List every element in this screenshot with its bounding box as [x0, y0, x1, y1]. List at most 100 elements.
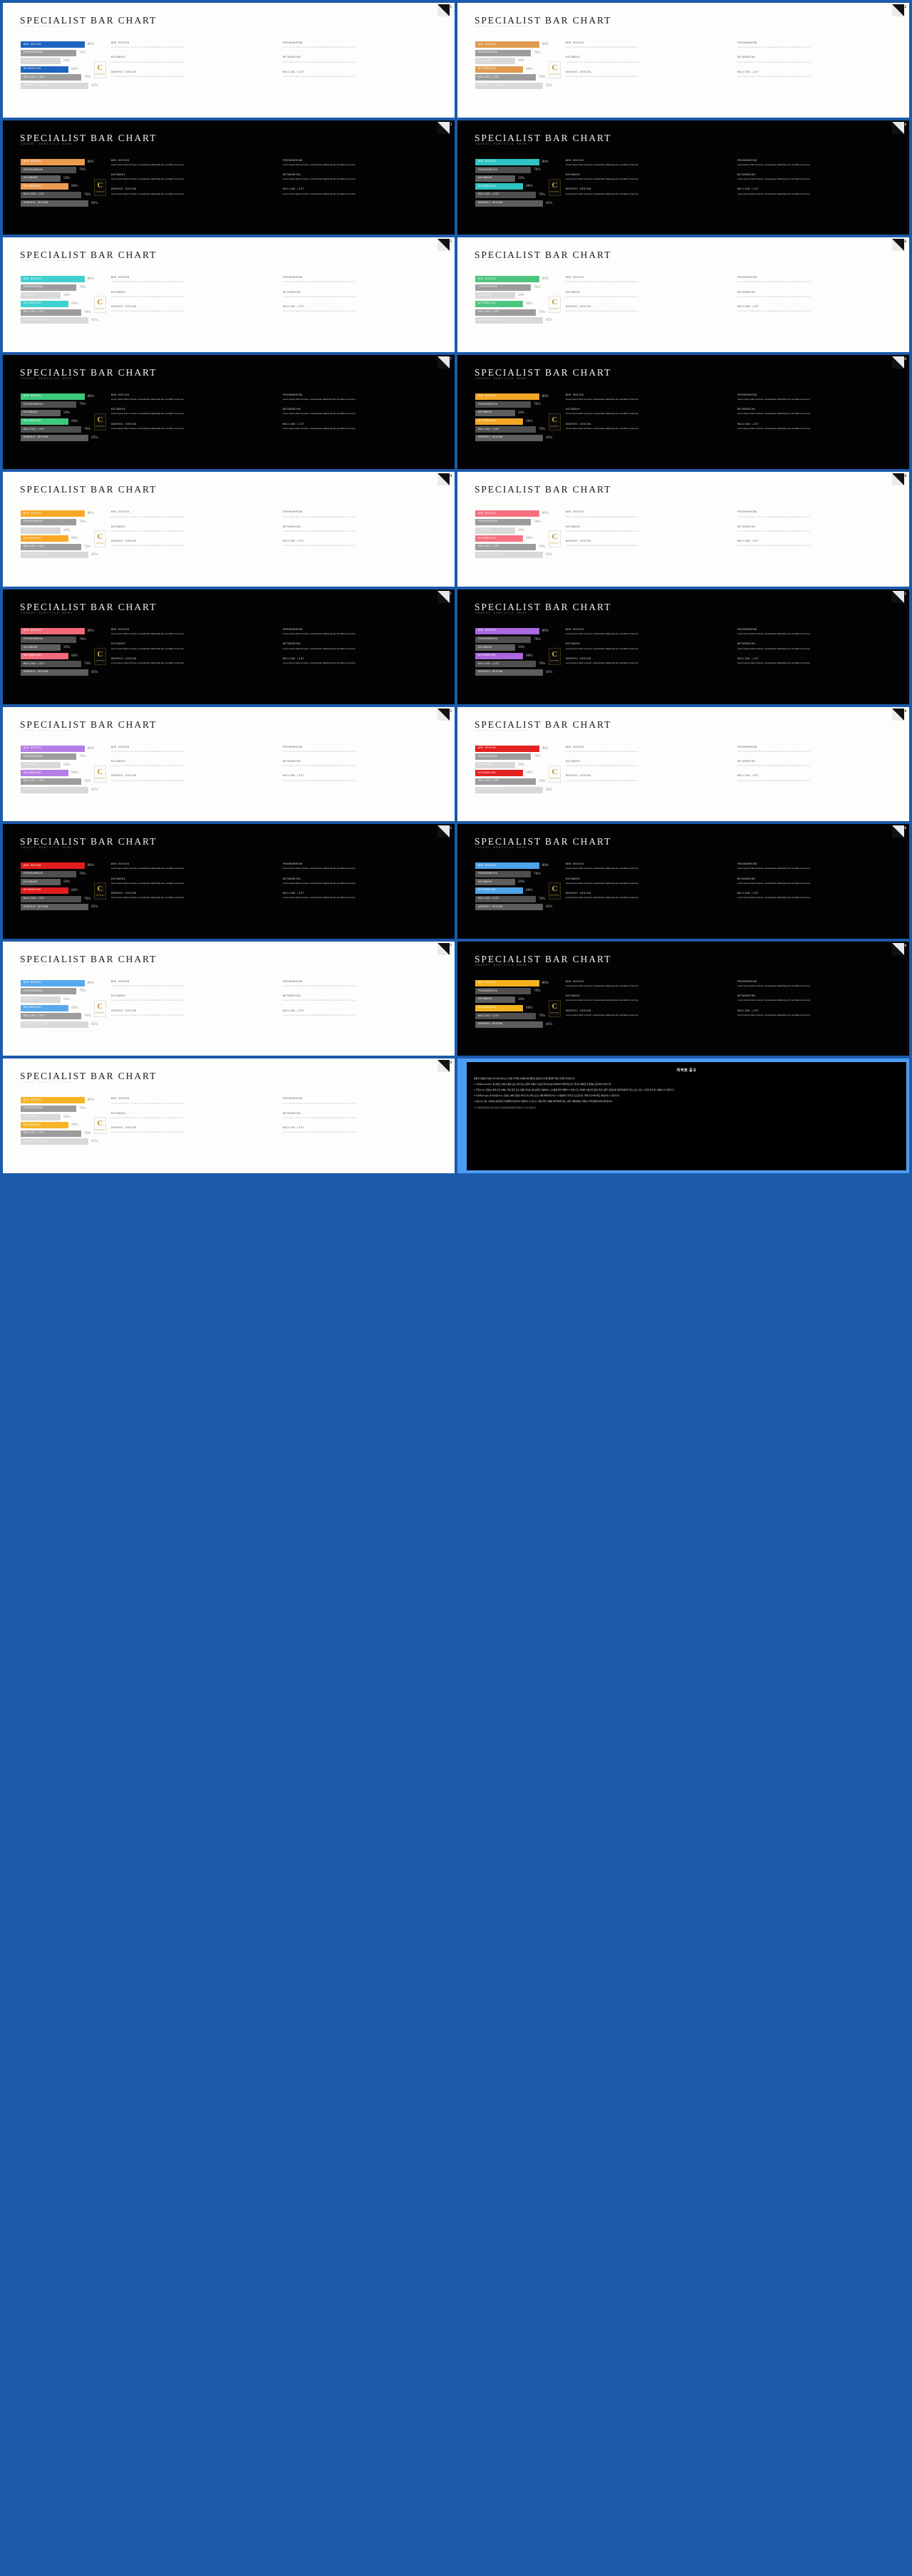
bar-networking[interactable]: NETWORKING	[21, 183, 69, 190]
bar-database[interactable]: DATABASE	[475, 175, 515, 182]
bar-mailing-list[interactable]: MAILING LIST	[475, 191, 537, 198]
bar-programming[interactable]: PROGRAMMING	[21, 518, 77, 525]
bar-row[interactable]: GRAPHIC DESIGN 85%	[21, 786, 108, 793]
bar-programming[interactable]: PROGRAMMING	[475, 167, 532, 174]
bar-web-design[interactable]: WEB DESIGN	[475, 979, 539, 986]
bar-web-design[interactable]: WEB DESIGN	[21, 627, 85, 634]
bar-networking[interactable]: NETWORKING	[21, 418, 69, 425]
bar-graphic-design[interactable]: GRAPHIC DESIGN	[475, 669, 544, 676]
slide-15[interactable]: 15 SPECIALIST BAR CHART INSERT SUBTITLE HE…	[3, 824, 455, 939]
bar-row[interactable]: WEB DESIGN 80%	[21, 510, 108, 517]
bar-networking[interactable]: NETWORKING	[21, 535, 69, 542]
bar-mailing-list[interactable]: MAILING LIST	[21, 543, 82, 550]
bar-web-design[interactable]: WEB DESIGN	[21, 1097, 85, 1104]
bar-row[interactable]: WEB DESIGN 80%	[475, 979, 562, 986]
bar-row[interactable]: GRAPHIC DESIGN 85%	[475, 200, 562, 207]
bar-graphic-design[interactable]: GRAPHIC DESIGN	[21, 904, 89, 911]
bar-row[interactable]: PROGRAMMING 70%	[21, 284, 108, 291]
bar-mailing-list[interactable]: MAILING LIST	[21, 778, 82, 785]
bar-database[interactable]: DATABASE	[21, 996, 61, 1003]
bar-database[interactable]: DATABASE	[21, 58, 61, 65]
bar-graphic-design[interactable]: GRAPHIC DESIGN	[21, 200, 89, 207]
bar-graphic-design[interactable]: GRAPHIC DESIGN	[475, 786, 544, 793]
bar-web-design[interactable]: WEB DESIGN	[21, 745, 85, 752]
bar-networking[interactable]: NETWORKING	[475, 535, 524, 542]
bar-row[interactable]: WEB DESIGN 80%	[475, 158, 562, 165]
bar-row[interactable]: PROGRAMMING 70%	[475, 284, 562, 291]
slide-13[interactable]: 13 SPECIALIST BAR CHART INSERT SUBTITLE HE…	[3, 706, 455, 822]
bar-database[interactable]: DATABASE	[475, 292, 515, 299]
bar-row[interactable]: PROGRAMMING 70%	[21, 636, 108, 643]
bar-row[interactable]: GRAPHIC DESIGN 85%	[475, 786, 562, 793]
bar-graphic-design[interactable]: GRAPHIC DESIGN	[21, 786, 89, 793]
slide-17[interactable]: 17 SPECIALIST BAR CHART INSERT SUBTITLE HE…	[3, 941, 455, 1056]
bar-row[interactable]: PROGRAMMING 70%	[21, 167, 108, 174]
bar-web-design[interactable]: WEB DESIGN	[475, 745, 539, 752]
bar-row[interactable]: GRAPHIC DESIGN 85%	[475, 1021, 562, 1028]
bar-graphic-design[interactable]: GRAPHIC DESIGN	[475, 434, 544, 441]
bar-mailing-list[interactable]: MAILING LIST	[475, 543, 537, 550]
bar-graphic-design[interactable]: GRAPHIC DESIGN	[21, 1021, 89, 1028]
slide-14[interactable]: 14 SPECIALIST BAR CHART INSERT SUBTITLE HE…	[457, 706, 909, 822]
bar-row[interactable]: GRAPHIC DESIGN 85%	[475, 82, 562, 89]
bar-mailing-list[interactable]: MAILING LIST	[21, 661, 82, 668]
bar-programming[interactable]: PROGRAMMING	[21, 167, 77, 174]
bar-mailing-list[interactable]: MAILING LIST	[475, 661, 537, 668]
bar-database[interactable]: DATABASE	[475, 409, 515, 416]
bar-row[interactable]: PROGRAMMING 70%	[21, 870, 108, 877]
bar-web-design[interactable]: WEB DESIGN	[21, 510, 85, 517]
bar-graphic-design[interactable]: GRAPHIC DESIGN	[475, 317, 544, 324]
bar-row[interactable]: WEB DESIGN 80%	[21, 276, 108, 283]
bar-web-design[interactable]: WEB DESIGN	[475, 41, 539, 48]
bar-row[interactable]: GRAPHIC DESIGN 85%	[475, 552, 562, 559]
bar-row[interactable]: WEB DESIGN 80%	[21, 627, 108, 634]
slide-10[interactable]: 10 SPECIALIST BAR CHART INSERT SUBTITLE HE…	[457, 472, 909, 587]
bar-networking[interactable]: NETWORKING	[21, 66, 69, 73]
bar-mailing-list[interactable]: MAILING LIST	[475, 74, 537, 81]
slide-1[interactable]: 1 SPECIALIST BAR CHART INSERT SUBTITLE HER…	[3, 3, 455, 118]
bar-row[interactable]: GRAPHIC DESIGN 85%	[21, 317, 108, 324]
bar-networking[interactable]: NETWORKING	[21, 770, 69, 777]
bar-programming[interactable]: PROGRAMMING	[475, 284, 532, 291]
bar-row[interactable]: GRAPHIC DESIGN 85%	[21, 669, 108, 676]
bar-web-design[interactable]: WEB DESIGN	[21, 158, 85, 165]
bar-row[interactable]: PROGRAMMING 70%	[475, 167, 562, 174]
bar-row[interactable]: GRAPHIC DESIGN 85%	[475, 317, 562, 324]
bar-graphic-design[interactable]: GRAPHIC DESIGN	[21, 669, 89, 676]
bar-row[interactable]: GRAPHIC DESIGN 85%	[475, 434, 562, 441]
bar-graphic-design[interactable]: GRAPHIC DESIGN	[475, 552, 544, 559]
bar-networking[interactable]: NETWORKING	[475, 652, 524, 659]
bar-row[interactable]: PROGRAMMING 70%	[475, 988, 562, 995]
bar-graphic-design[interactable]: GRAPHIC DESIGN	[475, 904, 544, 911]
bar-row[interactable]: WEB DESIGN 80%	[475, 745, 562, 752]
bar-mailing-list[interactable]: MAILING LIST	[21, 895, 82, 902]
bar-database[interactable]: DATABASE	[475, 527, 515, 534]
bar-graphic-design[interactable]: GRAPHIC DESIGN	[21, 317, 89, 324]
bar-web-design[interactable]: WEB DESIGN	[475, 393, 539, 400]
bar-graphic-design[interactable]: GRAPHIC DESIGN	[21, 1138, 89, 1145]
bar-web-design[interactable]: WEB DESIGN	[475, 862, 539, 870]
bar-programming[interactable]: PROGRAMMING	[21, 284, 77, 291]
slide-11[interactable]: 11 SPECIALIST BAR CHART INSERT SUBTITLE HE…	[3, 589, 455, 704]
bar-row[interactable]: WEB DESIGN 80%	[475, 276, 562, 283]
bar-row[interactable]: GRAPHIC DESIGN 85%	[475, 904, 562, 911]
bar-programming[interactable]: PROGRAMMING	[475, 870, 532, 877]
bar-row[interactable]: GRAPHIC DESIGN 85%	[21, 904, 108, 911]
bar-row[interactable]: PROGRAMMING 70%	[21, 518, 108, 525]
bar-row[interactable]: PROGRAMMING 70%	[21, 988, 108, 995]
bar-graphic-design[interactable]: GRAPHIC DESIGN	[21, 434, 89, 441]
bar-row[interactable]: WEB DESIGN 80%	[475, 393, 562, 400]
slide-16[interactable]: 16 SPECIALIST BAR CHART INSERT SUBTITLE HE…	[457, 824, 909, 939]
bar-row[interactable]: GRAPHIC DESIGN 85%	[21, 552, 108, 559]
bar-web-design[interactable]: WEB DESIGN	[21, 393, 85, 400]
bar-row[interactable]: WEB DESIGN 80%	[475, 627, 562, 634]
slide-5[interactable]: 5 SPECIALIST BAR CHART INSERT SUBTITLE HER…	[3, 237, 455, 352]
bar-row[interactable]: WEB DESIGN 80%	[21, 1097, 108, 1104]
bar-programming[interactable]: PROGRAMMING	[21, 636, 77, 643]
bar-row[interactable]: WEB DESIGN 80%	[475, 41, 562, 48]
bar-web-design[interactable]: WEB DESIGN	[21, 979, 85, 986]
slide-8[interactable]: 8 SPECIALIST BAR CHART INSERT SUBTITLE HER…	[457, 354, 909, 470]
bar-row[interactable]: GRAPHIC DESIGN 85%	[475, 669, 562, 676]
bar-database[interactable]: DATABASE	[21, 879, 61, 886]
bar-row[interactable]: PROGRAMMING 70%	[21, 1105, 108, 1112]
